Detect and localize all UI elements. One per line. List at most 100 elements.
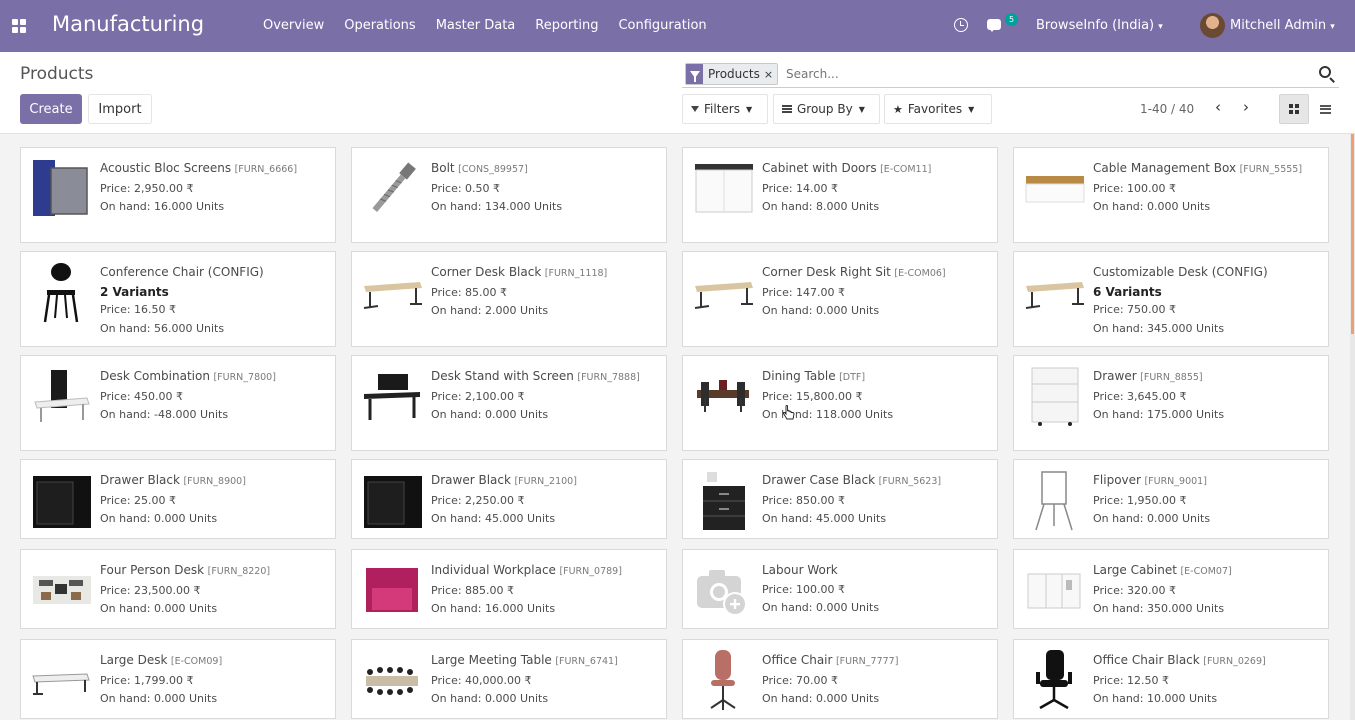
product-card[interactable]: Acoustic Bloc Screens [FURN_6666] Price: … (20, 147, 336, 243)
menu-item-configuration[interactable]: Configuration (618, 18, 706, 33)
product-price: Price: 2,250.00 ₹ (431, 493, 525, 507)
cable-box-icon (1022, 156, 1086, 220)
product-card[interactable]: Conference Chair (CONFIG) 2 Variants Price… (20, 251, 336, 347)
product-card[interactable]: Cable Management Box [FURN_5555] Price: 1… (1013, 147, 1329, 243)
product-card[interactable]: Large Cabinet [E-COM07] Price: 320.00 ₹ On… (1013, 549, 1329, 629)
product-on-hand: On hand: 350.000 Units (1093, 602, 1225, 615)
list-view-button[interactable] (1310, 94, 1340, 124)
favorites-dropdown[interactable]: ★ Favorites ▼ (884, 94, 992, 124)
product-on-hand: On hand: 0.000 Units (431, 408, 549, 421)
product-card[interactable]: Bolt [CONS_89957] Price: 0.50 ₹ On hand: 1… (351, 147, 667, 243)
activity-clock-icon[interactable] (954, 18, 968, 32)
product-name: Conference Chair (CONFIG) (100, 265, 264, 279)
menu-item-reporting[interactable]: Reporting (535, 18, 598, 33)
product-price: Price: 885.00 ₹ (431, 583, 515, 597)
product-name: Four Person Desk (100, 563, 205, 577)
product-name: Office Chair (762, 653, 833, 667)
filters-dropdown[interactable]: Filters ▼ (682, 94, 768, 124)
main-menu: Overview Operations Master Data Reportin… (263, 18, 727, 33)
product-card[interactable]: Cabinet with Doors [E-COM11] Price: 14.00… (682, 147, 998, 243)
product-price: Price: 1,799.00 ₹ (100, 673, 194, 687)
product-info: Cable Management Box [FURN_5555] Price: 1… (1093, 159, 1322, 217)
product-card[interactable]: Office Chair [FURN_7777] Price: 70.00 ₹ On… (682, 639, 998, 719)
import-button[interactable]: Import (88, 94, 152, 124)
groupby-dropdown[interactable]: Group By ▼ (773, 94, 880, 124)
product-price: Price: 40,000.00 ₹ (431, 673, 532, 687)
product-title-line: Customizable Desk (CONFIG) (1093, 263, 1322, 283)
product-card[interactable]: Corner Desk Black [FURN_1118] Price: 85.0… (351, 251, 667, 347)
chat-icon[interactable] (987, 19, 1001, 32)
product-card[interactable]: Desk Combination [FURN_7800] Price: 450.0… (20, 355, 336, 451)
product-on-hand: On hand: 45.000 Units (431, 512, 556, 525)
product-title-line: Large Meeting Table [FURN_6741] (431, 651, 660, 672)
product-title-line: Large Desk [E-COM09] (100, 651, 329, 672)
product-title-line: Large Cabinet [E-COM07] (1093, 561, 1322, 582)
product-price: Price: 16.50 ₹ (100, 303, 177, 316)
pager-next-button[interactable]: › (1243, 98, 1249, 116)
product-card[interactable]: Drawer Black [FURN_8900] Price: 25.00 ₹ On… (20, 459, 336, 539)
product-reference: [E-COM07] (1180, 566, 1232, 577)
product-price: Price: 70.00 ₹ (762, 673, 839, 687)
product-reference: [FURN_7800] (213, 372, 276, 383)
product-info: Four Person Desk [FURN_8220] Price: 23,50… (100, 561, 329, 619)
search-icon[interactable] (1319, 66, 1331, 78)
product-on-hand: On hand: 56.000 Units (100, 321, 225, 335)
product-title-line: Dining Table [DTF] (762, 367, 991, 388)
avatar[interactable] (1200, 13, 1225, 38)
product-price: Price: 14.00 ₹ (762, 181, 839, 195)
create-button[interactable]: Create (20, 94, 82, 124)
product-reference: [FURN_0789] (559, 566, 622, 577)
product-on-hand: On hand: 16.000 Units (431, 602, 556, 615)
product-price: Price: 15,800.00 ₹ (762, 389, 863, 403)
product-card[interactable]: Four Person Desk [FURN_8220] Price: 23,50… (20, 549, 336, 629)
scrollbar-thumb[interactable] (1351, 134, 1354, 334)
pager-previous-button[interactable]: ‹ (1215, 98, 1221, 116)
control-panel: Products Create Import Products × Filter… (0, 52, 1355, 134)
product-card[interactable]: Drawer Black [FURN_2100] Price: 2,250.00 … (351, 459, 667, 539)
chair-icon (29, 260, 93, 324)
product-title-line: Bolt [CONS_89957] (431, 159, 660, 180)
product-info: Drawer Case Black [FURN_5623] Price: 850.… (762, 471, 991, 529)
menu-item-master-data[interactable]: Master Data (436, 18, 516, 33)
product-info: Dining Table [DTF] Price: 15,800.00 ₹ On h… (762, 367, 991, 425)
company-switcher[interactable]: BrowseInfo (India) ▾ (1036, 18, 1163, 33)
product-card[interactable]: Large Desk [E-COM09] Price: 1,799.00 ₹ On … (20, 639, 336, 719)
favorites-label: Favorites (907, 102, 963, 116)
product-card[interactable]: Desk Stand with Screen [FURN_7888] Price:… (351, 355, 667, 451)
search-input[interactable] (786, 64, 1306, 84)
menu-item-overview[interactable]: Overview (263, 18, 324, 33)
product-price: Price: 147.00 ₹ (762, 285, 846, 299)
pager-value[interactable]: 1-40 / 40 (1140, 102, 1194, 116)
desk-icon (360, 260, 424, 324)
product-card[interactable]: Dining Table [DTF] Price: 15,800.00 ₹ On h… (682, 355, 998, 451)
product-name: Large Desk (100, 653, 168, 667)
apps-menu-icon[interactable] (12, 19, 26, 33)
product-card[interactable]: Office Chair Black [FURN_0269] Price: 12.… (1013, 639, 1329, 719)
product-reference: [FURN_6741] (555, 656, 618, 667)
product-card[interactable]: Individual Workplace [FURN_0789] Price: 8… (351, 549, 667, 629)
product-card[interactable]: Corner Desk Right Sit [E-COM06] Price: 14… (682, 251, 998, 347)
product-card[interactable]: Large Meeting Table [FURN_6741] Price: 40… (351, 639, 667, 719)
product-info: Corner Desk Right Sit [E-COM06] Price: 14… (762, 263, 991, 321)
facet-remove-icon[interactable]: × (764, 68, 777, 81)
product-name: Large Cabinet (1093, 563, 1177, 577)
product-reference: [FURN_5623] (878, 476, 942, 487)
kanban-view-button[interactable] (1279, 94, 1309, 124)
desk-icon (691, 260, 755, 324)
user-menu[interactable]: Mitchell Admin ▾ (1230, 18, 1335, 33)
product-card[interactable]: Flipover [FURN_9001] Price: 1,950.00 ₹ On … (1013, 459, 1329, 539)
product-card[interactable]: Customizable Desk (CONFIG) 6 Variants Pric… (1013, 251, 1329, 347)
product-on-hand: On hand: 45.000 Units (762, 512, 887, 525)
app-title[interactable]: Manufacturing (52, 12, 204, 36)
filter-icon (686, 64, 703, 84)
product-card[interactable]: Drawer [FURN_8855] Price: 3,645.00 ₹ On ha… (1013, 355, 1329, 451)
product-card[interactable]: Labour Work Price: 100.00 ₹ On hand: 0.000… (682, 549, 998, 629)
product-reference: [FURN_8855] (1140, 372, 1203, 383)
bolt-icon (360, 156, 424, 220)
product-name: Bolt (431, 161, 455, 175)
product-name: Desk Stand with Screen (431, 369, 574, 383)
menu-item-operations[interactable]: Operations (344, 18, 415, 33)
product-variants: 2 Variants (100, 284, 169, 299)
product-card[interactable]: Drawer Case Black [FURN_5623] Price: 850.… (682, 459, 998, 539)
office-chair-icon (691, 648, 755, 712)
